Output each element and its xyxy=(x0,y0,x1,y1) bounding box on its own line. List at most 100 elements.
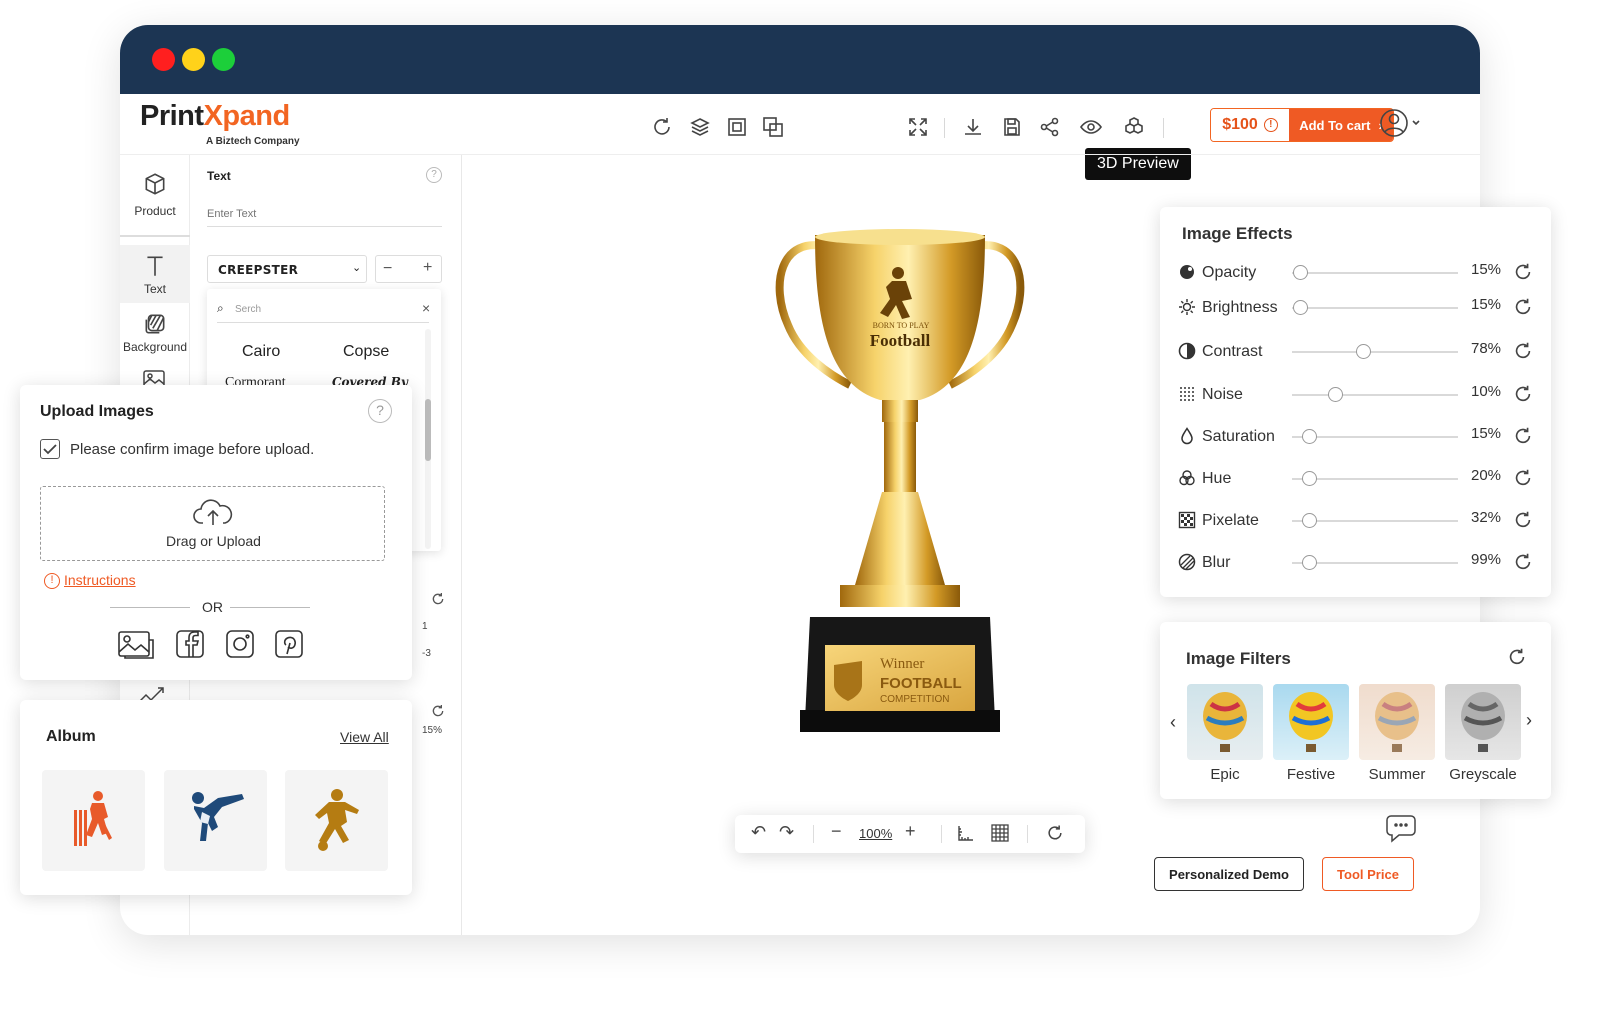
minimize-window-button[interactable] xyxy=(182,48,205,71)
chat-icon[interactable] xyxy=(1385,813,1417,848)
instructions-link[interactable]: Instructions xyxy=(64,572,136,588)
album-item[interactable] xyxy=(42,770,145,871)
effect-slider[interactable] xyxy=(1292,351,1458,353)
album-item[interactable] xyxy=(164,770,267,871)
slider-handle[interactable] xyxy=(1302,555,1317,570)
help-icon[interactable]: ? xyxy=(426,167,442,183)
refresh-icon[interactable] xyxy=(650,115,674,139)
chevron-right-icon[interactable]: › xyxy=(1526,710,1532,731)
slider-handle[interactable] xyxy=(1302,429,1317,444)
personalized-demo-button[interactable]: Personalized Demo xyxy=(1154,857,1304,891)
brightness-icon xyxy=(1179,299,1195,315)
reset-canvas-icon[interactable] xyxy=(1045,823,1065,848)
plate-line2: FOOTBALL xyxy=(880,675,962,692)
reset-icon[interactable] xyxy=(1512,551,1534,573)
background-icon xyxy=(145,314,165,334)
reset-filters-icon[interactable] xyxy=(1506,646,1528,673)
slider-handle[interactable] xyxy=(1302,513,1317,528)
effect-slider[interactable] xyxy=(1292,272,1458,274)
share-icon[interactable] xyxy=(1038,115,1062,139)
rail-item-background[interactable]: Background xyxy=(120,311,190,373)
font-select[interactable]: CREEPSTER ⌄ xyxy=(207,255,367,283)
effect-row-opacity: Opacity 15% xyxy=(1160,259,1551,289)
reset-icon[interactable] xyxy=(1512,425,1534,447)
effect-value: 78% xyxy=(1471,340,1502,357)
trophy-image[interactable]: BORN TO PLAY Football Winner FOOTBALL CO… xyxy=(770,225,1030,745)
minus-icon[interactable]: − xyxy=(383,260,392,278)
reset-icon[interactable] xyxy=(1512,340,1534,362)
filter-epic[interactable]: Epic xyxy=(1187,684,1263,783)
balloon-image xyxy=(1289,692,1333,752)
effect-row-contrast: Contrast 78% xyxy=(1160,338,1551,368)
save-icon[interactable] xyxy=(1000,115,1024,139)
chevron-down-icon: ⌄ xyxy=(352,262,362,274)
slider-handle[interactable] xyxy=(1293,265,1308,280)
chevron-left-icon[interactable]: ‹ xyxy=(1170,712,1176,733)
text-input[interactable] xyxy=(207,201,442,227)
album-item[interactable] xyxy=(285,770,388,871)
price-button[interactable]: $100 ! xyxy=(1211,109,1289,141)
slider-handle[interactable] xyxy=(1328,387,1343,402)
layers-icon[interactable] xyxy=(688,115,712,139)
pinterest-icon[interactable] xyxy=(274,629,304,664)
effect-slider[interactable] xyxy=(1292,307,1458,309)
filter-festive[interactable]: Festive xyxy=(1273,684,1349,783)
zoom-in-icon[interactable]: + xyxy=(905,821,916,842)
zoom-level[interactable]: 100% xyxy=(859,826,892,841)
preview-eye-icon[interactable] xyxy=(1079,115,1103,139)
dropdown-scrollbar[interactable] xyxy=(425,329,431,549)
slider-handle[interactable] xyxy=(1356,344,1371,359)
add-to-cart-button[interactable]: Add To cart › xyxy=(1289,109,1393,141)
reset-icon[interactable] xyxy=(1512,261,1534,283)
balloon-image xyxy=(1203,692,1247,752)
group-icon[interactable] xyxy=(725,115,749,139)
user-menu[interactable] xyxy=(1380,108,1424,138)
font-option[interactable]: Cairo xyxy=(242,343,280,361)
font-size-stepper[interactable]: − + xyxy=(375,255,442,283)
brand-logo[interactable]: PrintXpand A Biztech Company xyxy=(140,100,300,147)
reset-icon[interactable] xyxy=(430,703,446,724)
ruler-icon[interactable] xyxy=(957,824,975,847)
upload-dropzone[interactable]: Drag or Upload xyxy=(40,486,385,561)
rail-item-product[interactable]: Product xyxy=(120,171,190,241)
grid-icon[interactable] xyxy=(991,824,1009,847)
undo-icon[interactable]: ↶ xyxy=(751,822,766,843)
effect-label: Blur xyxy=(1202,554,1231,571)
3d-preview-icon[interactable] xyxy=(1122,115,1146,139)
ungroup-icon[interactable] xyxy=(761,115,785,139)
slider-handle[interactable] xyxy=(1293,300,1308,315)
help-icon[interactable]: ? xyxy=(368,399,392,423)
rail-item-text[interactable]: Text xyxy=(120,245,190,303)
redo-icon[interactable]: ↷ xyxy=(779,822,794,843)
effect-slider[interactable] xyxy=(1292,394,1458,396)
maximize-window-button[interactable] xyxy=(212,48,235,71)
tool-price-button[interactable]: Tool Price xyxy=(1322,857,1414,891)
reset-icon[interactable] xyxy=(1512,509,1534,531)
close-icon[interactable]: × xyxy=(422,300,430,316)
zoom-out-icon[interactable]: − xyxy=(831,821,842,842)
gallery-icon[interactable] xyxy=(117,628,155,665)
facebook-icon[interactable] xyxy=(175,629,205,664)
search-icon: ⌕ xyxy=(217,301,224,315)
filter-greyscale[interactable]: Greyscale xyxy=(1445,684,1521,783)
download-icon[interactable] xyxy=(961,115,985,139)
font-option[interactable]: Copse xyxy=(343,343,389,361)
filter-summer[interactable]: Summer xyxy=(1359,684,1435,783)
slider-handle[interactable] xyxy=(1302,471,1317,486)
price-cart-group: $100 ! Add To cart › xyxy=(1210,108,1394,142)
reset-icon[interactable] xyxy=(1512,467,1534,489)
effect-value: 15% xyxy=(1471,261,1502,278)
reset-icon[interactable] xyxy=(430,591,446,612)
instagram-icon[interactable] xyxy=(225,629,255,664)
reset-icon[interactable] xyxy=(1512,296,1534,318)
filter-label: Festive xyxy=(1286,766,1336,783)
view-all-link[interactable]: View All xyxy=(340,729,389,745)
confirm-checkbox[interactable] xyxy=(40,439,60,459)
close-window-button[interactable] xyxy=(152,48,175,71)
reset-icon[interactable] xyxy=(1512,383,1534,405)
fullscreen-icon[interactable] xyxy=(906,115,930,139)
plus-icon[interactable]: + xyxy=(423,259,432,277)
balloon-image xyxy=(1461,692,1505,752)
effect-value: 32% xyxy=(1471,509,1502,526)
font-search[interactable]: ⌕ Serch × xyxy=(217,299,430,323)
